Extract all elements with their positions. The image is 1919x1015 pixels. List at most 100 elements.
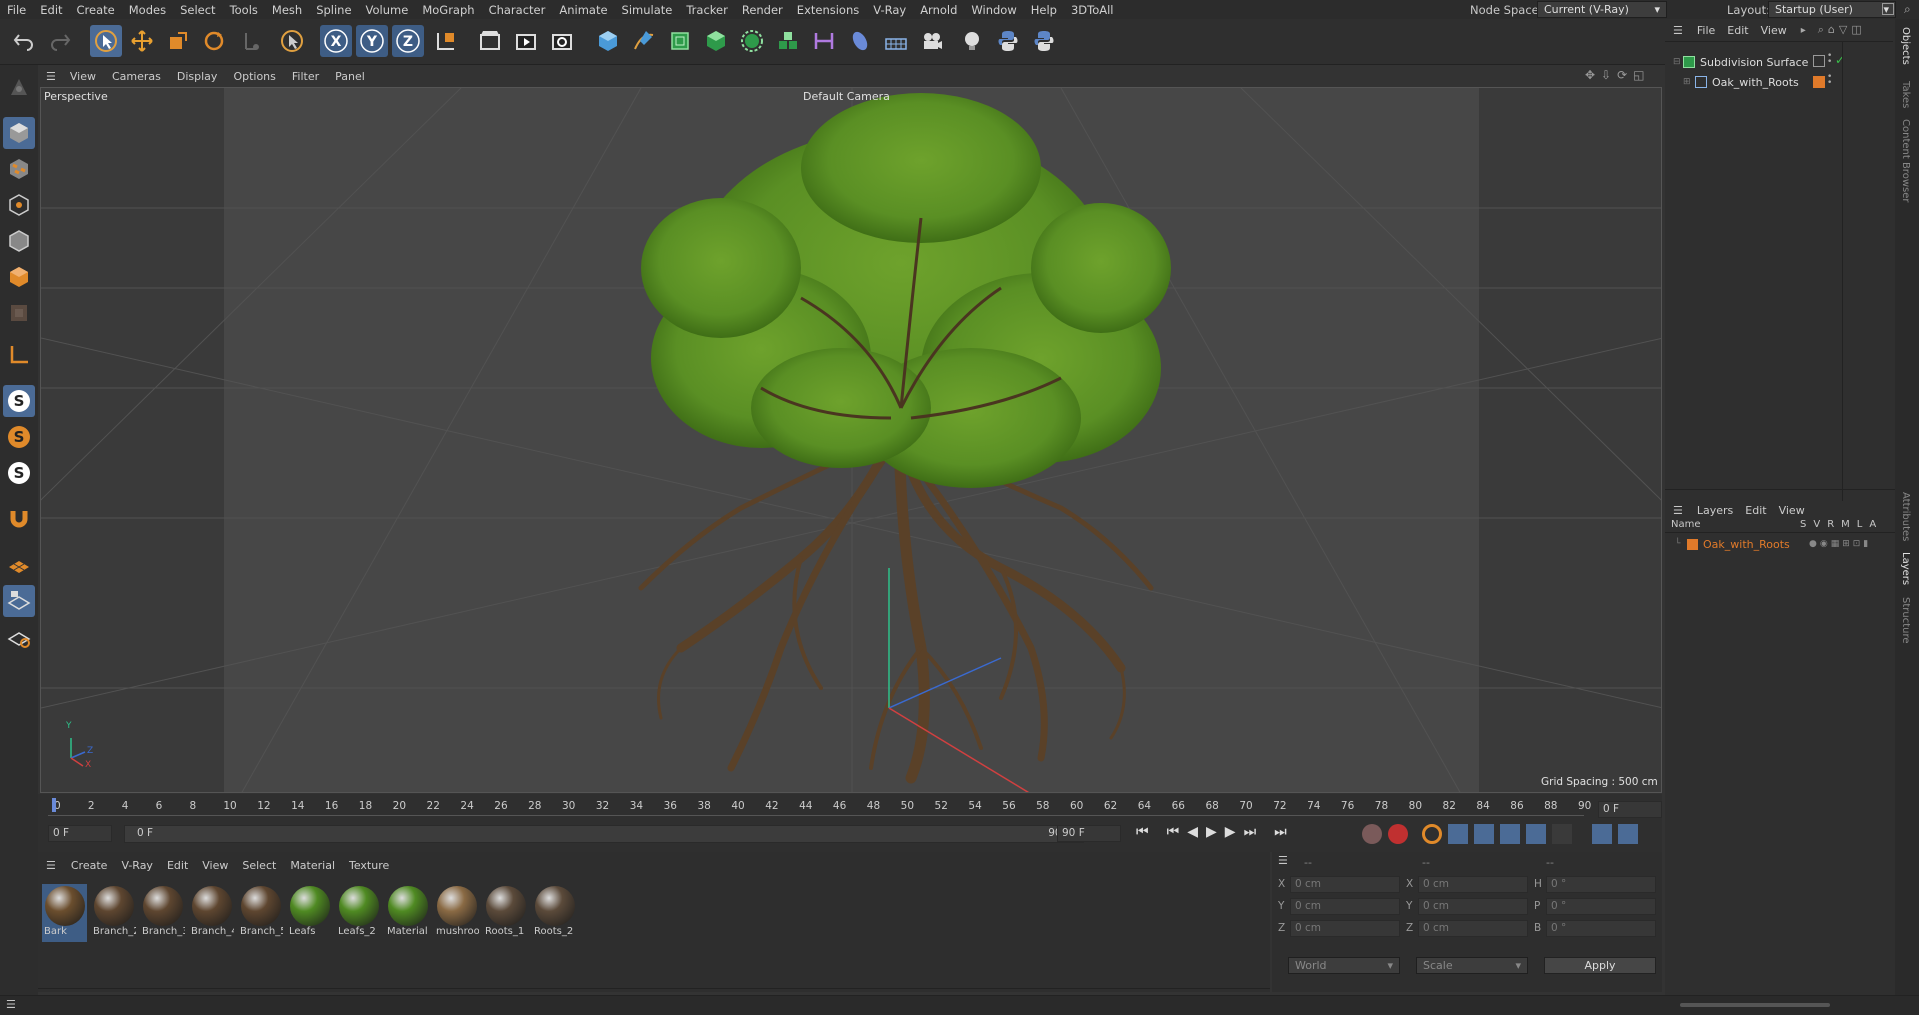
live-selection-icon[interactable] (276, 25, 308, 57)
deformer-icon[interactable] (808, 25, 840, 57)
tab-structure[interactable]: Structure (1900, 597, 1911, 644)
extrude-icon[interactable] (700, 25, 732, 57)
material-swatch[interactable]: Leafs (287, 884, 332, 942)
viewport-menu-cameras[interactable]: Cameras (104, 70, 169, 83)
key-scale-icon[interactable] (1474, 824, 1494, 844)
render-settings-icon[interactable] (546, 25, 578, 57)
coord-rotation-field[interactable]: 0 ° (1546, 898, 1656, 915)
menu-tools[interactable]: Tools (223, 3, 265, 17)
cube-icon[interactable] (592, 25, 624, 57)
axis-mode-icon[interactable] (3, 339, 35, 371)
material-menu-material[interactable]: Material (283, 859, 342, 872)
enabled-check-icon[interactable]: ✓ (1835, 53, 1845, 67)
menu-spline[interactable]: Spline (309, 3, 358, 17)
menu-arnold[interactable]: Arnold (913, 3, 964, 17)
timeline-ruler[interactable]: 0 2 4 6 8 10 12 14 16 18 20 22 24 26 28 30 32 34 36 38 40 42 4… (48, 798, 1591, 816)
menu-simulate[interactable]: Simulate (615, 3, 680, 17)
object-row-subdivision[interactable]: ⊟ Subdivision Surface (1673, 54, 1893, 70)
objects-menu-file[interactable]: File (1691, 24, 1721, 37)
workplane-snap-icon[interactable]: S (3, 457, 35, 489)
go-to-start-icon[interactable]: ⏮ (1136, 824, 1149, 840)
menu-select[interactable]: Select (173, 3, 222, 17)
material-swatch[interactable]: Branch_2 (91, 884, 136, 942)
hamburger-icon[interactable]: ☰ (1278, 854, 1288, 867)
sound-icon[interactable] (1592, 824, 1612, 844)
pen-spline-icon[interactable] (628, 25, 660, 57)
current-frame-field[interactable]: 0 F (1598, 801, 1662, 818)
layout-dropdown[interactable]: Startup (User) ▾ (1768, 1, 1896, 18)
menu-window[interactable]: Window (964, 3, 1023, 17)
menu-render[interactable]: Render (735, 3, 790, 17)
objects-menu-edit[interactable]: Edit (1721, 24, 1754, 37)
tab-content-browser[interactable]: Content Browser (1900, 119, 1911, 202)
layers-col-l[interactable]: L (1857, 519, 1863, 530)
recent-tool-icon[interactable] (234, 25, 266, 57)
key-pla-icon[interactable] (1552, 824, 1572, 844)
polygons-mode-icon[interactable] (3, 261, 35, 293)
menu-animate[interactable]: Animate (552, 3, 614, 17)
perspective-viewport[interactable]: Perspective Default Camera Grid Spacing … (40, 87, 1662, 793)
material-swatch[interactable]: Branch_4 (189, 884, 234, 942)
tab-attributes[interactable]: Attributes (1900, 492, 1911, 541)
object-manager-tools-icon[interactable]: ⌕⌂▽◫ (1818, 23, 1866, 37)
coord-size-field[interactable]: 0 cm (1418, 876, 1528, 893)
next-key-icon[interactable]: ⏭ (1244, 824, 1257, 840)
mograph-array-icon[interactable] (772, 25, 804, 57)
locked-workplane-icon[interactable] (3, 585, 35, 617)
snap-icon[interactable]: S (3, 385, 35, 417)
cloner-icon[interactable] (736, 25, 768, 57)
tab-objects[interactable]: Objects (1900, 27, 1911, 65)
visibility-dots-icon[interactable]: • • (1827, 52, 1832, 67)
floor-icon[interactable] (880, 25, 912, 57)
y-axis-icon[interactable]: Y (356, 25, 388, 57)
undo-icon[interactable] (8, 25, 40, 57)
viewport-menu-filter[interactable]: Filter (284, 70, 327, 83)
arrow-right-icon[interactable]: ▸ (1801, 25, 1806, 36)
python-script-icon[interactable] (1028, 25, 1060, 57)
tab-takes[interactable]: Takes (1900, 81, 1911, 108)
subdivision-surface-icon[interactable] (664, 25, 696, 57)
material-swatch[interactable]: Bark (42, 884, 87, 942)
python-icon[interactable] (992, 25, 1024, 57)
camera-icon[interactable] (916, 25, 948, 57)
menu-file[interactable]: File (0, 3, 33, 17)
layer-flags-icons[interactable]: ●◉▦⊞⊡▮ (1809, 539, 1871, 549)
playhead[interactable] (52, 798, 56, 812)
node-space-dropdown[interactable]: Current (V-Ray) ▾ (1537, 1, 1667, 18)
layers-col-r[interactable]: R (1827, 519, 1834, 530)
range-slider[interactable]: 0 F 90 F (124, 825, 1084, 843)
record-off-icon[interactable] (1362, 824, 1382, 844)
render-to-picture-viewer-icon[interactable] (510, 25, 542, 57)
coord-size-field[interactable]: 0 cm (1418, 920, 1528, 937)
x-axis-icon[interactable]: X (320, 25, 352, 57)
visibility-dots-icon[interactable]: • • (1827, 73, 1832, 88)
end-frame-field[interactable]: 90 F (1057, 825, 1121, 842)
select-arrow-icon[interactable] (90, 25, 122, 57)
texture-mode-icon[interactable] (3, 153, 35, 185)
object-mode-icon[interactable] (3, 117, 35, 149)
uv-mode-icon[interactable] (3, 297, 35, 329)
layers-col-v[interactable]: V (1813, 519, 1820, 530)
search-icon[interactable]: ⌕ (1904, 2, 1911, 17)
planar-workplane-icon[interactable] (3, 621, 35, 653)
coord-rotation-field[interactable]: 0 ° (1546, 876, 1656, 893)
coord-mode-dropdown[interactable]: Scale ▾ (1416, 957, 1528, 974)
coord-space-dropdown[interactable]: World ▾ (1288, 957, 1400, 974)
hamburger-icon[interactable]: ☰ (1665, 24, 1691, 37)
material-swatch[interactable]: Leafs_2 (336, 884, 381, 942)
rotate-icon[interactable] (198, 25, 230, 57)
hamburger-icon[interactable]: ☰ (6, 998, 16, 1011)
material-menu-edit[interactable]: Edit (160, 859, 195, 872)
material-swatch[interactable]: Roots_1 (483, 884, 528, 942)
coord-position-field[interactable]: 0 cm (1290, 898, 1400, 915)
tree-expander-icon[interactable]: ⊞ (1683, 77, 1695, 87)
material-menu-select[interactable]: Select (235, 859, 283, 872)
redo-icon[interactable] (44, 25, 76, 57)
timeline-window-icon[interactable] (1618, 824, 1638, 844)
apply-button[interactable]: Apply (1544, 957, 1656, 974)
move-icon[interactable] (126, 25, 158, 57)
material-swatch[interactable]: Roots_2 (532, 884, 577, 942)
coord-position-field[interactable]: 0 cm (1290, 920, 1400, 937)
menu-volume[interactable]: Volume (359, 3, 416, 17)
viewport-menu-options[interactable]: Options (225, 70, 283, 83)
